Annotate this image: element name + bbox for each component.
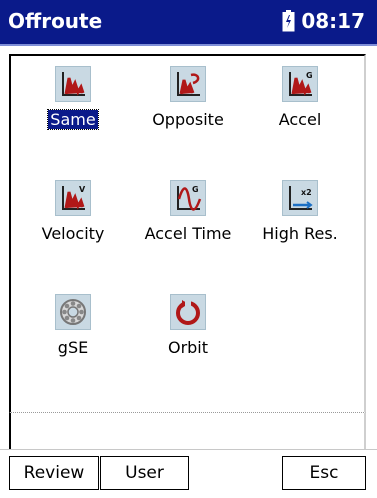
accel-time-wave-icon: G: [170, 180, 206, 216]
high-res-chart-icon: x2: [282, 180, 318, 216]
tile-label: High Res.: [262, 224, 338, 243]
accel-chart-icon: G: [282, 66, 318, 102]
opposite-chart-icon: [170, 66, 206, 102]
tile-high-res[interactable]: x2 High Res.: [250, 180, 350, 260]
tile-label: Orbit: [167, 338, 209, 357]
velocity-badge: V: [79, 185, 86, 194]
tile-label: Accel Time: [144, 224, 232, 243]
tile-label: Accel: [278, 110, 322, 129]
review-button[interactable]: Review: [9, 456, 99, 490]
clock: 08:17: [301, 9, 365, 33]
tile-label: Same: [47, 109, 99, 130]
tile-label: gSE: [57, 338, 89, 357]
tile-gse[interactable]: gSE: [23, 294, 123, 374]
bearing-icon: [55, 294, 91, 330]
esc-button[interactable]: Esc: [282, 456, 366, 490]
softkey-bar: Review User Esc: [0, 449, 377, 498]
accel-badge: G: [306, 71, 313, 80]
accel-time-badge: G: [192, 185, 199, 194]
velocity-chart-icon: V: [55, 180, 91, 216]
orbit-icon: [170, 294, 206, 330]
status-area: 08:17: [282, 9, 365, 33]
panel-sidebars: [9, 413, 366, 449]
high-res-badge: x2: [301, 188, 312, 197]
tile-accel[interactable]: G Accel: [250, 66, 350, 146]
same-chart-icon: [55, 66, 91, 102]
tile-same[interactable]: Same: [23, 66, 123, 146]
tile-orbit[interactable]: Orbit: [138, 294, 238, 374]
title-bar: Offroute 08:17: [0, 0, 377, 46]
tile-label: Velocity: [41, 224, 105, 243]
app-title: Offroute: [8, 9, 103, 33]
tile-label: Opposite: [152, 110, 224, 129]
battery-icon: [282, 10, 295, 32]
user-button[interactable]: User: [100, 456, 189, 490]
tile-opposite[interactable]: Opposite: [138, 66, 238, 146]
tile-velocity[interactable]: V Velocity: [23, 180, 123, 260]
tile-accel-time[interactable]: G Accel Time: [138, 180, 238, 260]
